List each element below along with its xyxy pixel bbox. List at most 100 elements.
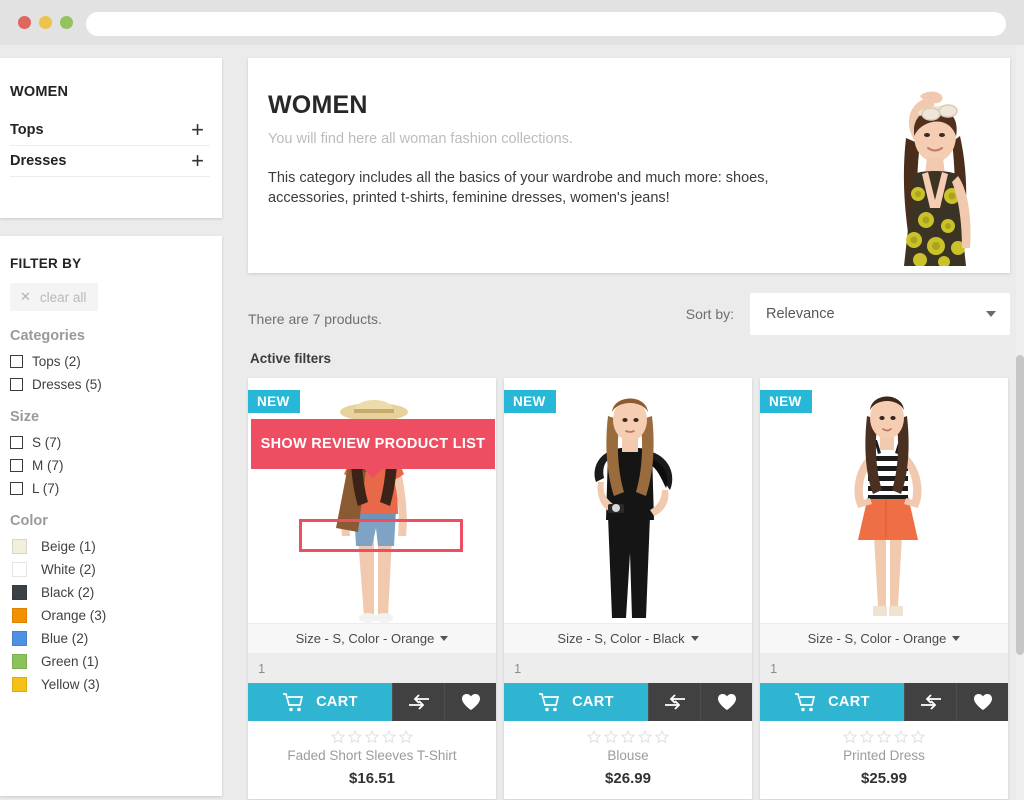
filter-option-tops[interactable]: Tops (2) (10, 354, 210, 369)
sidebar-item-label: Dresses (10, 153, 67, 169)
plus-icon[interactable]: + (191, 150, 208, 172)
sidebar-item-label: Tops (10, 122, 44, 138)
filter-option-dresses[interactable]: Dresses (5) (10, 377, 210, 392)
plus-icon[interactable]: + (191, 119, 208, 141)
clear-all-filters-button[interactable]: ✕ clear all (10, 283, 99, 311)
product-variant-label: Size - S, Color - Orange (807, 631, 947, 646)
checkbox-icon[interactable] (10, 436, 23, 449)
quantity-input[interactable]: 1 (248, 653, 496, 683)
star-icon (348, 730, 362, 744)
quantity-input[interactable]: 1 (504, 653, 752, 683)
chevron-down-icon (690, 636, 699, 641)
color-swatch-icon[interactable] (12, 654, 27, 669)
url-bar[interactable] (86, 12, 1006, 36)
quantity-input[interactable]: 1 (760, 653, 1008, 683)
filter-group-title-categories: Categories (10, 328, 85, 344)
product-image[interactable]: NEW (504, 378, 752, 623)
shopping-cart-icon (282, 692, 304, 712)
add-to-cart-button[interactable]: CART (248, 683, 392, 721)
sidebar-item-tops[interactable]: Tops + (10, 118, 210, 146)
checkbox-icon[interactable] (10, 378, 23, 391)
minimize-window-button[interactable] (39, 16, 52, 29)
product-variant-select[interactable]: Size - S, Color - Black (504, 623, 752, 653)
wishlist-button[interactable] (700, 683, 752, 721)
review-tooltip: SHOW REVIEW PRODUCT LIST (251, 419, 495, 478)
filter-option-color-orange[interactable]: Orange (3) (10, 608, 210, 623)
rating-stars[interactable] (504, 721, 752, 748)
product-variant-select[interactable]: Size - S, Color - Orange (248, 623, 496, 653)
category-nav-block: WOMEN Tops + Dresses + (0, 58, 222, 218)
sidebar-item-dresses[interactable]: Dresses + (10, 149, 210, 177)
star-icon (860, 730, 874, 744)
filter-option-size-l[interactable]: L (7) (10, 481, 210, 496)
wishlist-button[interactable] (444, 683, 496, 721)
rating-stars[interactable] (760, 721, 1008, 748)
banner-subtitle: You will find here all woman fashion col… (268, 131, 573, 147)
compare-button[interactable] (904, 683, 956, 721)
product-variant-label: Size - S, Color - Orange (295, 631, 435, 646)
compare-button[interactable] (648, 683, 700, 721)
window-controls (18, 16, 73, 29)
filter-option-label: Black (2) (41, 585, 95, 600)
filter-option-color-black[interactable]: Black (2) (10, 585, 210, 600)
star-icon (638, 730, 652, 744)
product-name[interactable]: Blouse (504, 748, 752, 770)
star-icon (621, 730, 635, 744)
maximize-window-button[interactable] (60, 16, 73, 29)
color-swatch-icon[interactable] (12, 631, 27, 646)
filter-option-color-blue[interactable]: Blue (2) (10, 631, 210, 646)
product-card[interactable]: NEW (760, 378, 1008, 799)
filter-option-label: Orange (3) (41, 608, 107, 623)
add-to-cart-label: CART (828, 694, 870, 710)
color-swatch-icon[interactable] (12, 608, 27, 623)
add-to-cart-button[interactable]: CART (504, 683, 648, 721)
product-image[interactable]: NEW (760, 378, 1008, 623)
product-info: Blouse $26.99 (504, 721, 752, 799)
browser-chrome (0, 0, 1024, 45)
star-icon (382, 730, 396, 744)
sort-by-label: Sort by: (685, 306, 734, 322)
product-price: $25.99 (861, 770, 907, 787)
filter-option-size-s[interactable]: S (7) (10, 435, 210, 450)
heart-icon (717, 693, 737, 711)
filter-option-color-beige[interactable]: Beige (1) (10, 539, 210, 554)
checkbox-icon[interactable] (10, 355, 23, 368)
product-grid: NEW Size - S, Color - Orange 1 CART Fade… (248, 378, 1010, 799)
banner-photo (844, 78, 1004, 266)
scrollbar-thumb[interactable] (1016, 355, 1024, 655)
star-icon (587, 730, 601, 744)
sidebar: WOMEN Tops + Dresses + FILTER BY ✕ clear… (0, 58, 222, 796)
color-swatch-icon[interactable] (12, 539, 27, 554)
filter-option-color-white[interactable]: White (2) (10, 562, 210, 577)
product-name[interactable]: Printed Dress (760, 748, 1008, 770)
shopping-cart-icon (794, 692, 816, 712)
color-swatch-icon[interactable] (12, 677, 27, 692)
filter-option-label: Yellow (3) (41, 677, 100, 692)
product-name[interactable]: Faded Short Sleeves T-Shirt (248, 748, 496, 770)
new-badge: NEW (504, 390, 556, 413)
filter-option-color-yellow[interactable]: Yellow (3) (10, 677, 210, 692)
wishlist-button[interactable] (956, 683, 1008, 721)
color-swatch-icon[interactable] (12, 562, 27, 577)
color-swatch-icon[interactable] (12, 585, 27, 600)
add-to-cart-button[interactable]: CART (760, 683, 904, 721)
product-actions: CART (248, 683, 496, 721)
filter-option-size-m[interactable]: M (7) (10, 458, 210, 473)
new-badge: NEW (760, 390, 812, 413)
page-scrollbar[interactable] (1016, 45, 1024, 800)
rating-stars[interactable] (248, 721, 496, 748)
close-window-button[interactable] (18, 16, 31, 29)
filter-option-color-green[interactable]: Green (1) (10, 654, 210, 669)
checkbox-icon[interactable] (10, 482, 23, 495)
filter-option-label: Beige (1) (41, 539, 96, 554)
checkbox-icon[interactable] (10, 459, 23, 472)
sort-select[interactable]: Relevance (750, 293, 1010, 335)
compare-button[interactable] (392, 683, 444, 721)
product-card[interactable]: NEW (504, 378, 752, 799)
filter-panel: FILTER BY ✕ clear all Categories Tops (2… (0, 236, 222, 796)
filter-option-label: S (7) (32, 435, 62, 450)
new-badge: NEW (248, 390, 300, 413)
product-image[interactable]: NEW (248, 378, 496, 623)
product-variant-select[interactable]: Size - S, Color - Orange (760, 623, 1008, 653)
product-card[interactable]: NEW (248, 378, 496, 799)
